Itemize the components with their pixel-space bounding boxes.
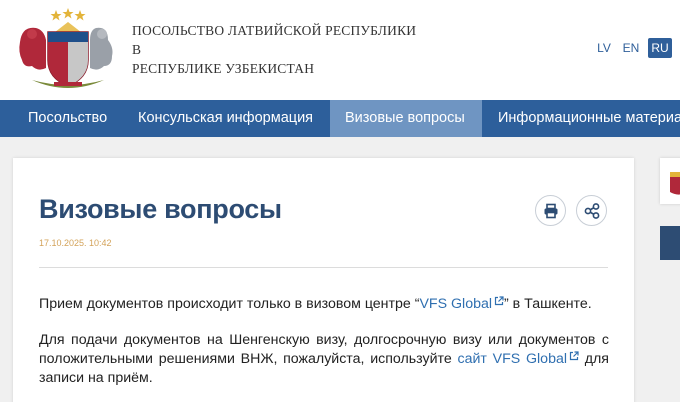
sidebar-coat-card[interactable]: [660, 158, 680, 204]
language-en-link[interactable]: EN: [622, 38, 640, 58]
nav-item-consular-info[interactable]: Консульская информация: [123, 100, 330, 137]
latvia-coat-of-arms-icon: [670, 172, 680, 195]
vfs-global-site-link-label: сайт VFS Global: [457, 351, 568, 367]
external-link-icon: [494, 296, 504, 306]
site-header: Посольство Латвийской Республики в Респу…: [0, 0, 680, 100]
title-divider: [39, 267, 608, 268]
share-icon: [584, 202, 599, 219]
site-title-line-1: Посольство Латвийской Республики: [132, 23, 417, 38]
paragraph-reception-text: Прием документов происходит только в виз…: [39, 296, 420, 312]
share-button[interactable]: [576, 195, 607, 226]
paragraph-reception: Прием документов происходит только в виз…: [39, 295, 609, 314]
site-title-line-2: в: [132, 42, 142, 57]
latvia-coat-of-arms-icon[interactable]: [8, 6, 120, 94]
publish-date: 17.10.2025. 10:42: [39, 238, 112, 248]
print-button[interactable]: [535, 195, 566, 226]
vfs-global-link[interactable]: VFS Global: [419, 296, 504, 312]
vfs-global-link-label: VFS Global: [419, 296, 493, 312]
external-link-icon: [569, 351, 579, 361]
sidebar-panel: [660, 226, 680, 260]
page-title: Визовые вопросы: [39, 194, 282, 224]
nav-item-visa-issues[interactable]: Визовые вопросы: [330, 100, 482, 137]
site-title-line-3: Республике Узбекистан: [132, 61, 315, 76]
language-lv-link[interactable]: LV: [596, 38, 612, 58]
language-ru-link[interactable]: RU: [648, 38, 672, 58]
print-icon: [544, 203, 557, 218]
content-card: Визовые вопросы 17.10.2025. 10:42 Прием …: [13, 158, 634, 402]
paragraph-submission: Для подачи документов на Шенгенскую визу…: [39, 331, 609, 388]
nav-item-info-materials[interactable]: Информационные материа: [482, 100, 680, 137]
vfs-global-site-link[interactable]: сайт VFS Global: [458, 351, 580, 367]
nav-item-embassy[interactable]: Посольство: [0, 100, 123, 137]
paragraph-reception-tail: ” в Ташкенте.: [504, 296, 592, 312]
site-title[interactable]: Посольство Латвийской Республики в Респу…: [132, 21, 416, 78]
main-nav: Посольство Консульская информация Визовы…: [0, 100, 680, 137]
